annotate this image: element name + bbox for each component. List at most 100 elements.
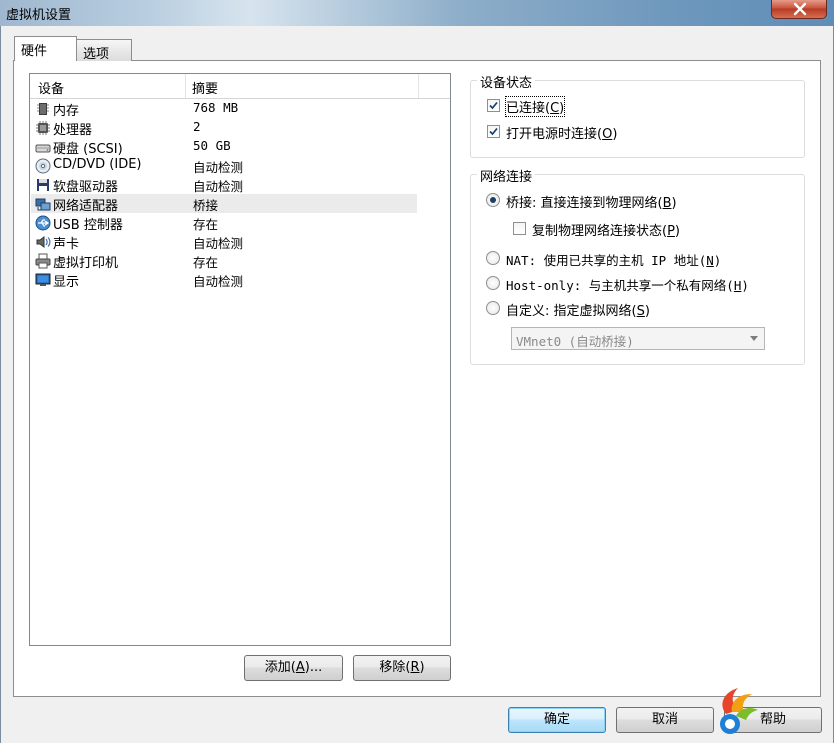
add-device-label: 添加( — [264, 660, 296, 675]
checkmark-icon — [489, 101, 498, 110]
custom-suffix: ) — [644, 304, 650, 319]
remove-device-button[interactable]: 移除(R) — [353, 655, 451, 681]
window-title: 虚拟机设置 — [6, 8, 72, 23]
replicate-state-checkbox[interactable] — [513, 222, 526, 235]
device-name: 内存 — [53, 104, 80, 119]
hard-disk-icon — [35, 144, 51, 153]
tab-options[interactable]: 选项 — [76, 39, 132, 62]
tab-options-label: 选项 — [83, 47, 110, 62]
device-row-sound-card[interactable]: 声卡 自动检测 — [31, 232, 417, 252]
sound-card-icon — [36, 236, 51, 248]
device-list[interactable]: 设备 摘要 内存 768 MB 处理器 2 硬盘 (SCSI) 50 GB CD… — [29, 73, 451, 646]
remove-device-suffix: ) — [419, 660, 425, 675]
bridged-radio[interactable] — [486, 193, 500, 207]
cancel-button[interactable]: 取消 — [616, 707, 714, 733]
display-icon — [35, 273, 51, 286]
custom-text: 自定义: 指定虚拟网络( — [506, 304, 637, 319]
device-name: CD/DVD (IDE) — [53, 157, 142, 172]
bridged-suffix: ) — [671, 196, 677, 211]
nat-text: NAT: 使用已共享的主机 IP 地址( — [506, 253, 707, 268]
ok-button[interactable]: 确定 — [508, 707, 606, 733]
remove-device-hotkey: R — [410, 660, 420, 675]
device-row-processor[interactable]: 处理器 2 — [31, 118, 417, 138]
printer-icon — [35, 253, 51, 269]
replicate-hotkey: P — [667, 224, 675, 239]
device-row-virtual-printer[interactable]: 虚拟打印机 存在 — [31, 251, 417, 271]
device-row-memory[interactable]: 内存 768 MB — [31, 99, 417, 119]
device-row-hard-disk[interactable]: 硬盘 (SCSI) 50 GB — [31, 137, 417, 157]
device-row-usb-controller[interactable]: USB 控制器 存在 — [31, 213, 417, 233]
bridged-hotkey: B — [662, 196, 672, 211]
nat-suffix: ) — [713, 253, 722, 268]
device-row-display[interactable]: 显示 自动检测 — [31, 270, 417, 290]
device-name: 网络适配器 — [53, 199, 119, 214]
device-summary: 存在 — [193, 217, 219, 232]
device-row-floppy[interactable]: 软盘驱动器 自动检测 — [31, 175, 417, 195]
device-summary: 自动检测 — [193, 274, 244, 289]
virtual-network-value: VMnet0 (自动桥接) — [516, 334, 634, 349]
tab-hardware[interactable]: 硬件 — [14, 36, 77, 61]
processor-icon — [36, 121, 50, 135]
device-row-cd-dvd[interactable]: CD/DVD (IDE) 自动检测 — [31, 156, 417, 175]
device-status-group — [470, 80, 805, 158]
device-summary: 桥接 — [193, 198, 219, 213]
device-summary: 存在 — [193, 255, 219, 270]
device-summary: 自动检测 — [193, 236, 244, 251]
connected-text: 已连接( — [506, 101, 551, 116]
custom-radio[interactable] — [486, 301, 500, 315]
device-name: 硬盘 (SCSI) — [53, 142, 123, 157]
host-only-radio[interactable] — [486, 276, 500, 290]
watermark-logo-icon — [720, 688, 758, 734]
usb-icon — [35, 215, 51, 231]
replicate-state-label[interactable]: 复制物理网络连接状态(P) — [532, 220, 680, 239]
nat-label[interactable]: NAT: 使用已共享的主机 IP 地址(N) — [506, 250, 721, 269]
add-device-button[interactable]: 添加(A)... — [244, 655, 343, 681]
device-name: 声卡 — [53, 237, 80, 252]
device-status-title: 设备状态 — [477, 72, 536, 91]
power-on-text: 打开电源时连接( — [506, 127, 603, 142]
connect-at-power-on-label[interactable]: 打开电源时连接(O) — [506, 123, 617, 142]
network-connection-title: 网络连接 — [477, 166, 536, 185]
nat-hotkey: N — [706, 253, 714, 268]
device-summary: 2 — [193, 119, 201, 134]
nat-radio[interactable] — [486, 251, 500, 265]
host-only-suffix: ) — [741, 278, 749, 293]
column-separator[interactable] — [185, 74, 186, 98]
add-device-hotkey: A — [295, 660, 305, 675]
host-only-label[interactable]: Host-only: 与主机共享一个私有网络(H) — [506, 275, 749, 294]
column-header-device[interactable]: 设备 — [38, 78, 64, 97]
title-bar: 虚拟机设置 — [0, 0, 834, 26]
custom-hotkey: S — [636, 304, 645, 319]
tab-hardware-label: 硬件 — [21, 44, 48, 59]
replicate-text: 复制物理网络连接状态( — [532, 224, 668, 239]
power-on-hotkey: O — [602, 127, 613, 142]
virtual-network-select[interactable]: VMnet0 (自动桥接) — [511, 327, 765, 350]
custom-label[interactable]: 自定义: 指定虚拟网络(S) — [506, 300, 650, 319]
replicate-suffix: ) — [674, 224, 680, 239]
column-header-summary[interactable]: 摘要 — [192, 78, 218, 97]
device-summary: 50 GB — [193, 138, 231, 153]
device-name: USB 控制器 — [53, 218, 123, 233]
connected-hotkey: C — [550, 101, 560, 116]
memory-icon — [37, 103, 49, 115]
device-name: 处理器 — [53, 123, 93, 138]
device-summary: 自动检测 — [193, 160, 244, 175]
remove-device-label: 移除( — [379, 660, 411, 675]
device-row-network-adapter[interactable]: 网络适配器 桥接 — [31, 194, 417, 214]
bridged-text: 桥接: 直接连接到物理网络( — [506, 196, 663, 211]
device-summary: 自动检测 — [193, 179, 244, 194]
device-name: 软盘驱动器 — [53, 180, 119, 195]
checkmark-icon — [489, 127, 498, 136]
cd-dvd-icon — [35, 158, 51, 174]
host-only-text: Host-only: 与主机共享一个私有网络( — [506, 278, 734, 293]
list-header: 设备 摘要 — [30, 74, 450, 99]
connected-checkbox[interactable] — [487, 99, 500, 112]
device-name: 显示 — [53, 275, 80, 290]
floppy-icon — [37, 179, 49, 191]
bridged-label[interactable]: 桥接: 直接连接到物理网络(B) — [506, 192, 677, 211]
connect-at-power-on-checkbox[interactable] — [487, 125, 500, 138]
connected-suffix: ) — [559, 101, 565, 116]
connected-label[interactable]: 已连接(C) — [504, 96, 566, 117]
column-separator[interactable] — [418, 74, 419, 98]
close-button[interactable] — [771, 0, 827, 19]
